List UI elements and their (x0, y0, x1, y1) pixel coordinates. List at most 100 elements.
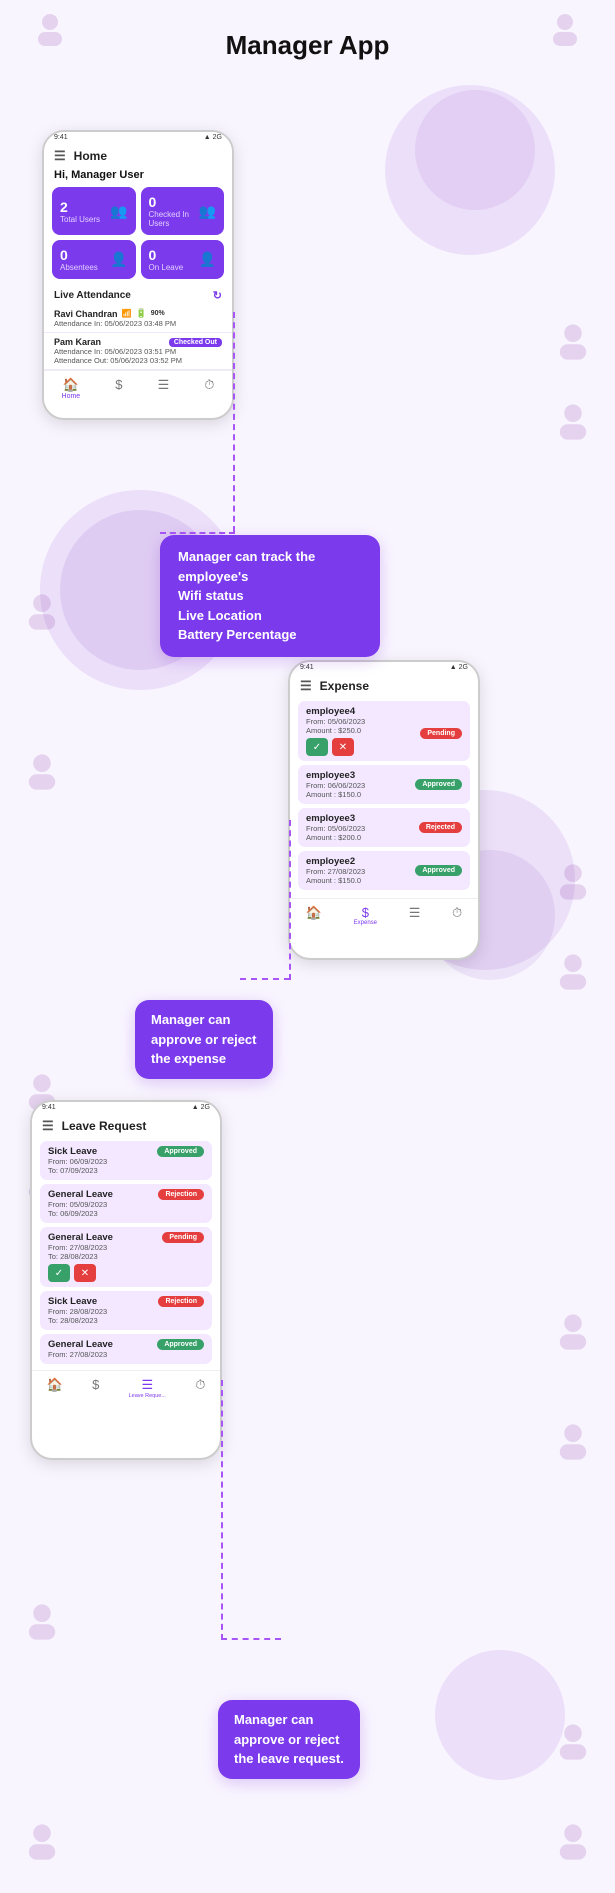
tooltip-2: Manager can approve or reject the expens… (135, 1000, 273, 1079)
leave-reject-btn-2[interactable]: ✕ (74, 1264, 96, 1282)
leave-row-4: General Leave From: 27/08/2023 Approved (40, 1334, 212, 1364)
bottom-nav-1: 🏠 Home $ ☰ ⏱ (44, 370, 232, 404)
exp-emp-1: employee3 (306, 770, 365, 781)
leave-phone: 9:41 ▲ 2G ☰ Leave Request Sick Leave Fro… (30, 1100, 222, 1460)
deco-person-13 (20, 1600, 64, 1644)
deco-person-12 (551, 1420, 595, 1464)
deco-person-3 (551, 320, 595, 364)
emp-name-1: Pam Karan (54, 337, 101, 347)
exp-emp-2: employee3 (306, 813, 365, 824)
expense-row-0: employee4 From: 05/06/2023 Amount : $250… (298, 701, 470, 761)
nav-time-2[interactable]: ⏱ (452, 905, 462, 926)
exp-emp-0: employee4 (306, 706, 365, 717)
expense-nav-icon-1: $ (115, 377, 122, 392)
time-nav-icon-1: ⏱ (204, 377, 214, 393)
emp-name-0: Ravi Chandran (54, 309, 118, 319)
expense-header-label: Expense (320, 679, 369, 693)
stat-icon-0: 👥 (110, 203, 127, 220)
stat-label-3: On Leave (149, 263, 184, 272)
leave-title-1: General Leave (48, 1189, 113, 1200)
exp-badge-2: Rejected (419, 822, 462, 833)
nav-menu-1[interactable]: ☰ (158, 377, 170, 400)
expense-phone: 9:41 ▲ 2G ☰ Expense employee4 From: 05/0… (288, 660, 480, 960)
deco-person-7 (551, 860, 595, 904)
exp-amount-3: Amount : $150.0 (306, 876, 365, 885)
attendance-row-0: Ravi Chandran 📶 🔋 90% Attendance In: 05/… (44, 304, 232, 333)
bat-pct-0: 90% (151, 310, 165, 317)
phone-header-2: ☰ Expense (290, 673, 478, 697)
tooltip-line2-1: Wifi status (178, 588, 244, 603)
leave-from-4: From: 27/08/2023 (48, 1350, 113, 1359)
tooltip-line1-2: Manager can (151, 1012, 230, 1027)
leave-badge-0: Approved (157, 1146, 204, 1157)
deco-person-5 (20, 590, 64, 634)
leave-title-4: General Leave (48, 1339, 113, 1350)
connector-line-3v (221, 1380, 223, 1640)
nav-expense-1[interactable]: $ (115, 377, 122, 400)
exp-from-3: From: 27/08/2023 (306, 867, 365, 876)
attendance-detail2-1: Attendance Out: 05/06/2023 03:52 PM (54, 356, 222, 365)
leave-nav-label: Leave Reque... (129, 1393, 166, 1399)
tooltip-3: Manager can approve or reject the leave … (218, 1700, 360, 1779)
stat-icon-3: 👤 (199, 251, 216, 268)
nav-time-3[interactable]: ⏱ (195, 1377, 205, 1399)
menu-nav-icon-2: ☰ (409, 905, 421, 921)
refresh-icon[interactable]: ↻ (213, 289, 222, 302)
expense-row-3: employee2 From: 27/08/2023 Amount : $150… (298, 851, 470, 890)
connector-line-2v (289, 820, 291, 980)
battery-icon-0: 🔋 (135, 308, 146, 319)
leave-to-1: To: 06/09/2023 (48, 1209, 113, 1218)
expense-nav-icon-2: $ (362, 905, 369, 920)
nav-menu-2[interactable]: ☰ (409, 905, 421, 926)
stats-grid: 2 Total Users 👥 0 Checked In Users 👥 0 A… (44, 187, 232, 285)
stat-num-1: 0 (149, 194, 194, 210)
expense-row-1: employee3 From: 06/06/2023 Amount : $150… (298, 765, 470, 804)
approve-btn-0[interactable]: ✓ (306, 738, 328, 756)
nav-expense-2[interactable]: $ Expense (354, 905, 377, 926)
leave-badge-3: Rejection (158, 1296, 204, 1307)
nav-expense-3[interactable]: $ (92, 1377, 99, 1399)
exp-from-1: From: 06/06/2023 (306, 781, 365, 790)
exp-badge-1: Approved (415, 779, 462, 790)
exp-amount-2: Amount : $200.0 (306, 833, 365, 842)
deco-person-16 (551, 1820, 595, 1864)
status-right-3: ▲ 2G (192, 1104, 210, 1111)
time-nav-icon-3: ⏱ (195, 1377, 205, 1393)
leave-approve-btn-2[interactable]: ✓ (48, 1264, 70, 1282)
home-phone: 9:41 ▲ 2G ☰ Home Hi, Manager User 2 Tota… (42, 130, 234, 420)
nav-home-3[interactable]: 🏠 (47, 1377, 63, 1399)
page-title: Manager App (0, 0, 615, 71)
leave-action-btns-2: ✓ ✕ (48, 1264, 113, 1282)
leave-title-2: General Leave (48, 1232, 113, 1243)
greeting-text: Hi, Manager User (44, 167, 232, 187)
status-bar-1: 9:41 ▲ 2G (44, 132, 232, 143)
tooltip-line2-2: approve or reject (151, 1032, 257, 1047)
nav-leave-3[interactable]: ☰ Leave Reque... (129, 1377, 166, 1399)
attendance-detail1-1: Attendance In: 05/06/2023 03:51 PM (54, 347, 222, 356)
tooltip-line3-1: Live Location (178, 608, 262, 623)
stat-on-leave: 0 On Leave 👤 (141, 240, 225, 279)
leave-to-0: To: 07/09/2023 (48, 1166, 107, 1175)
connector-line-1h (160, 532, 235, 534)
leave-badge-1: Rejection (158, 1189, 204, 1200)
reject-btn-0[interactable]: ✕ (332, 738, 354, 756)
deco-person-8 (551, 950, 595, 994)
stat-label-2: Absentees (60, 263, 98, 272)
tooltip-line1-3: Manager can (234, 1712, 313, 1727)
stat-num-3: 0 (149, 247, 184, 263)
leave-from-3: From: 28/08/2023 (48, 1307, 107, 1316)
status-right-2: ▲ 2G (450, 664, 468, 671)
phone-header-1: ☰ Home (44, 143, 232, 167)
nav-home-2[interactable]: 🏠 (306, 905, 322, 926)
leave-header-label: Leave Request (62, 1119, 147, 1133)
exp-badge-0: Pending (420, 728, 462, 739)
leave-from-0: From: 06/09/2023 (48, 1157, 107, 1166)
leave-row-2: General Leave From: 27/08/2023 To: 28/08… (40, 1227, 212, 1287)
status-bar-2: 9:41 ▲ 2G (290, 662, 478, 673)
deco-person-4 (551, 400, 595, 444)
tooltip-line3-3: the leave request. (234, 1751, 344, 1766)
deco-person-6 (20, 750, 64, 794)
nav-time-1[interactable]: ⏱ (204, 377, 214, 400)
nav-home-1[interactable]: 🏠 Home (62, 377, 81, 400)
stat-label-1: Checked In Users (149, 210, 194, 228)
